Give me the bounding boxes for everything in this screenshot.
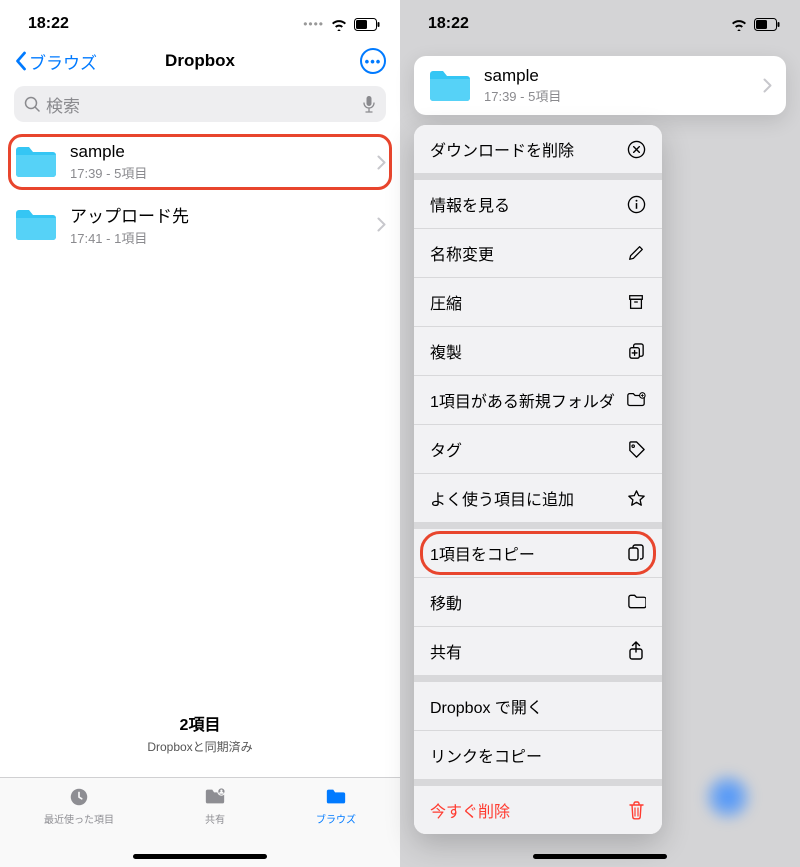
menu-label: よく使う項目に追加 xyxy=(430,486,574,510)
tab-label: 共有 xyxy=(205,811,225,826)
menu-rename[interactable]: 名称変更 xyxy=(414,229,662,278)
mic-icon xyxy=(362,95,376,113)
back-button[interactable]: ブラウズ xyxy=(14,49,97,74)
tab-recent[interactable]: 最近使った項目 xyxy=(44,786,114,867)
row-text: sample 17:39 - 5項目 xyxy=(484,66,751,105)
menu-remove-download[interactable]: ダウンロードを削除 xyxy=(414,125,662,173)
folder-icon xyxy=(323,786,349,808)
row-text: アップロード先 17:41 - 1項目 xyxy=(70,202,365,247)
folder-name: アップロード先 xyxy=(70,202,365,227)
row-text: sample 17:39 - 5項目 xyxy=(70,142,365,182)
menu-duplicate[interactable]: 複製 xyxy=(414,327,662,376)
menu-label: 1項目をコピー xyxy=(430,541,535,565)
menu-new-folder[interactable]: 1項目がある新規フォルダ xyxy=(414,376,662,425)
more-button[interactable]: ••• xyxy=(360,48,386,74)
item-count: 2項目 xyxy=(0,711,400,735)
menu-label: 共有 xyxy=(430,639,462,663)
menu-label: Dropbox で開く xyxy=(430,694,543,718)
menu-label: 圧縮 xyxy=(430,290,462,314)
battery-icon xyxy=(354,18,380,31)
info-icon xyxy=(626,194,646,214)
cellular-dots-icon: •••• xyxy=(303,17,324,31)
menu-share[interactable]: 共有 xyxy=(414,627,662,675)
wifi-icon xyxy=(330,18,348,31)
folder-meta: 17:39 - 5項目 xyxy=(484,86,751,105)
trash-icon xyxy=(626,800,646,820)
status-icons: •••• xyxy=(303,17,380,31)
tag-icon xyxy=(626,439,646,459)
folder-icon xyxy=(14,207,58,243)
star-icon xyxy=(626,488,646,508)
folder-icon xyxy=(626,592,646,612)
clock-icon xyxy=(66,786,92,808)
share-icon xyxy=(626,641,646,661)
remove-icon xyxy=(626,139,646,159)
sync-status: Dropboxと同期済み xyxy=(0,738,400,755)
footer-info: 2項目 Dropboxと同期済み xyxy=(0,711,400,755)
folder-icon xyxy=(428,68,472,104)
folder-meta: 17:41 - 1項目 xyxy=(70,228,365,247)
status-time: 18:22 xyxy=(28,15,69,33)
status-bar: 18:22 xyxy=(400,0,800,42)
chevron-right-icon xyxy=(763,78,772,93)
chevron-left-icon xyxy=(14,51,27,71)
menu-label: タグ xyxy=(430,437,462,461)
menu-label: リンクをコピー xyxy=(430,743,542,767)
tab-browse[interactable]: ブラウズ xyxy=(316,786,356,867)
menu-label: 情報を見る xyxy=(430,192,510,216)
preview-card[interactable]: sample 17:39 - 5項目 xyxy=(414,56,786,115)
battery-icon xyxy=(754,18,780,31)
menu-label: 今すぐ削除 xyxy=(430,798,510,822)
search-input[interactable]: 検索 xyxy=(14,86,386,122)
menu-copy[interactable]: 1項目をコピー xyxy=(414,529,662,578)
chevron-right-icon xyxy=(377,217,386,232)
folder-row-sample[interactable]: sample 17:39 - 5項目 xyxy=(0,132,400,192)
context-menu-screen: 18:22 sample 17:39 - 5項目 ダウンロードを削除 情報を見る xyxy=(400,0,800,867)
search-placeholder: 検索 xyxy=(46,92,356,117)
menu-label: 移動 xyxy=(430,590,462,614)
archive-icon xyxy=(626,292,646,312)
copy-icon xyxy=(626,543,646,563)
blurred-tab-icon xyxy=(706,775,750,819)
menu-delete-now[interactable]: 今すぐ削除 xyxy=(414,786,662,834)
menu-compress[interactable]: 圧縮 xyxy=(414,278,662,327)
search-icon xyxy=(24,96,40,112)
status-time: 18:22 xyxy=(428,15,469,33)
chevron-right-icon xyxy=(377,155,386,170)
status-bar: 18:22 •••• xyxy=(0,0,400,42)
menu-copy-link[interactable]: リンクをコピー xyxy=(414,731,662,779)
folder-name: sample xyxy=(70,142,365,162)
nav-bar: ブラウズ Dropbox ••• xyxy=(0,42,400,82)
tab-label: 最近使った項目 xyxy=(44,811,114,826)
menu-favorite[interactable]: よく使う項目に追加 xyxy=(414,474,662,522)
status-icons xyxy=(730,18,780,31)
menu-info[interactable]: 情報を見る xyxy=(414,180,662,229)
ellipsis-icon: ••• xyxy=(365,54,382,69)
folder-name: sample xyxy=(484,66,751,86)
menu-move[interactable]: 移動 xyxy=(414,578,662,627)
duplicate-icon xyxy=(626,341,646,361)
home-indicator[interactable] xyxy=(533,854,667,859)
context-menu: ダウンロードを削除 情報を見る 名称変更 圧縮 複製 1項目 xyxy=(414,125,662,834)
wifi-icon xyxy=(730,18,748,31)
folder-row-upload[interactable]: アップロード先 17:41 - 1項目 xyxy=(0,192,400,257)
shared-folder-icon xyxy=(202,786,228,808)
menu-label: 複製 xyxy=(430,339,462,363)
menu-label: 1項目がある新規フォルダ xyxy=(430,388,615,412)
tab-label: ブラウズ xyxy=(316,811,356,826)
menu-label: ダウンロードを削除 xyxy=(430,137,574,161)
new-folder-icon xyxy=(626,390,646,410)
menu-tags[interactable]: タグ xyxy=(414,425,662,474)
menu-open-dropbox[interactable]: Dropbox で開く xyxy=(414,682,662,731)
pencil-icon xyxy=(626,243,646,263)
home-indicator[interactable] xyxy=(133,854,267,859)
menu-label: 名称変更 xyxy=(430,241,494,265)
folder-meta: 17:39 - 5項目 xyxy=(70,163,365,182)
folder-icon xyxy=(14,144,58,180)
back-label: ブラウズ xyxy=(29,49,97,74)
browse-screen: 18:22 •••• ブラウズ Dropbox ••• 検索 sample 17… xyxy=(0,0,400,867)
page-title: Dropbox xyxy=(165,51,235,71)
